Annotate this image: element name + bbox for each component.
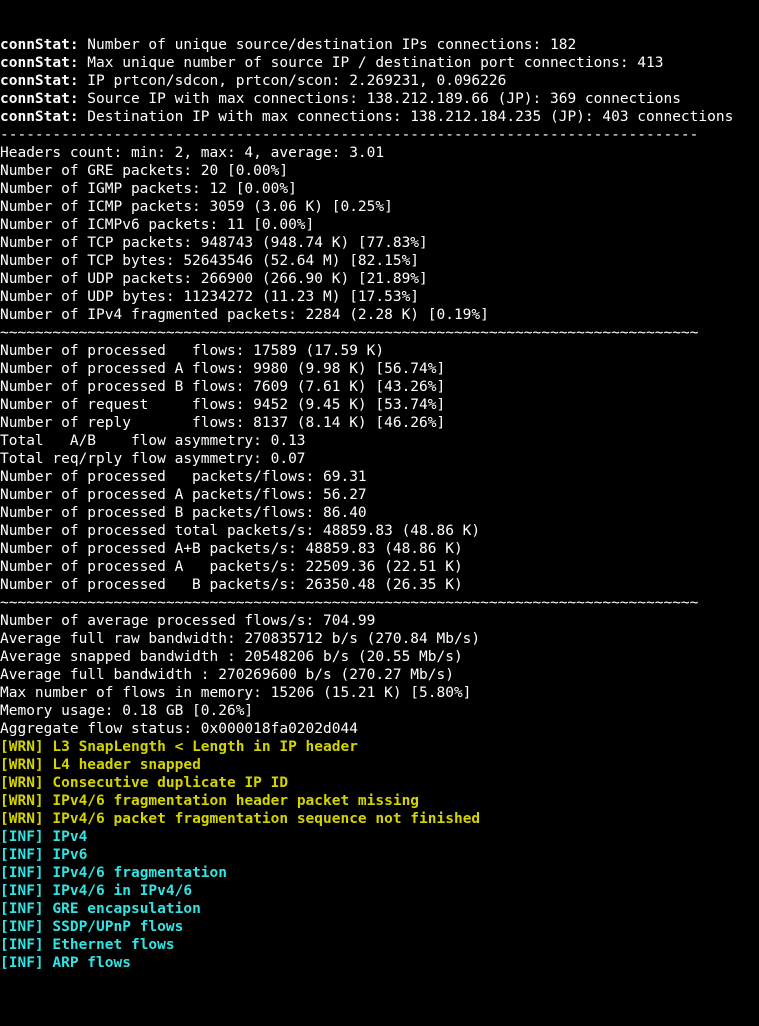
- stat-line: Average full bandwidth : 270269600 b/s (…: [0, 667, 454, 683]
- wrn-tag: [WRN]: [0, 739, 44, 755]
- stat-line: Number of TCP bytes: 52643546 (52.64 M) …: [0, 253, 419, 269]
- stat-line: Number of processed A flows: 9980 (9.98 …: [0, 361, 445, 377]
- inf-msg: IPv4: [52, 829, 87, 845]
- inf-msg: IPv6: [52, 847, 87, 863]
- stat-line: Number of IGMP packets: 12 [0.00%]: [0, 181, 297, 197]
- stat-line: Max number of flows in memory: 15206 (15…: [0, 685, 471, 701]
- wrn-msg: L4 header snapped: [52, 757, 200, 773]
- stat-line: Number of processed B packets/s: 26350.4…: [0, 577, 463, 593]
- connstat-msg: Max unique number of source IP / destina…: [79, 55, 664, 71]
- divider: ----------------------------------------…: [0, 127, 698, 143]
- inf-tag: [INF]: [0, 883, 44, 899]
- stat-line: Number of GRE packets: 20 [0.00%]: [0, 163, 288, 179]
- inf-tag: [INF]: [0, 829, 44, 845]
- connstat-msg: Source IP with max connections: 138.212.…: [79, 91, 681, 107]
- stat-line: Number of processed B packets/flows: 86.…: [0, 505, 367, 521]
- wrn-tag: [WRN]: [0, 757, 44, 773]
- connstat-label: connStat:: [0, 91, 79, 107]
- stat-line: Number of ICMP packets: 3059 (3.06 K) [0…: [0, 199, 393, 215]
- stat-line: Total A/B flow asymmetry: 0.13: [0, 433, 306, 449]
- stat-line: Number of processed flows: 17589 (17.59 …: [0, 343, 384, 359]
- stat-line: Memory usage: 0.18 GB [0.26%]: [0, 703, 253, 719]
- inf-msg: ARP flows: [52, 955, 131, 971]
- stat-line: Average snapped bandwidth : 20548206 b/s…: [0, 649, 463, 665]
- inf-msg: SSDP/UPnP flows: [52, 919, 183, 935]
- wrn-msg: Consecutive duplicate IP ID: [52, 775, 288, 791]
- inf-msg: Ethernet flows: [52, 937, 174, 953]
- connstat-label: connStat:: [0, 37, 79, 53]
- connstat-label: connStat:: [0, 109, 79, 125]
- stat-line: Number of TCP packets: 948743 (948.74 K)…: [0, 235, 428, 251]
- inf-tag: [INF]: [0, 937, 44, 953]
- inf-msg: GRE encapsulation: [52, 901, 200, 917]
- inf-tag: [INF]: [0, 865, 44, 881]
- divider: ~~~~~~~~~~~~~~~~~~~~~~~~~~~~~~~~~~~~~~~~…: [0, 595, 698, 611]
- divider: ~~~~~~~~~~~~~~~~~~~~~~~~~~~~~~~~~~~~~~~~…: [0, 325, 698, 341]
- stat-line: Headers count: min: 2, max: 4, average: …: [0, 145, 384, 161]
- stat-line: Number of processed packets/flows: 69.31: [0, 469, 367, 485]
- connstat-msg: Number of unique source/destination IPs …: [79, 37, 577, 53]
- stat-line: Number of average processed flows/s: 704…: [0, 613, 375, 629]
- stat-line: Number of processed total packets/s: 488…: [0, 523, 480, 539]
- stat-line: Number of UDP bytes: 11234272 (11.23 M) …: [0, 289, 419, 305]
- wrn-msg: L3 SnapLength < Length in IP header: [52, 739, 358, 755]
- wrn-tag: [WRN]: [0, 811, 44, 827]
- wrn-msg: IPv4/6 packet fragmentation sequence not…: [52, 811, 480, 827]
- wrn-tag: [WRN]: [0, 775, 44, 791]
- stat-line: Number of processed A packets/s: 22509.3…: [0, 559, 463, 575]
- stat-line: Number of request flows: 9452 (9.45 K) […: [0, 397, 445, 413]
- wrn-msg: IPv4/6 fragmentation header packet missi…: [52, 793, 419, 809]
- stat-line: Number of UDP packets: 266900 (266.90 K)…: [0, 271, 428, 287]
- stat-line: Number of reply flows: 8137 (8.14 K) [46…: [0, 415, 445, 431]
- stat-line: Average full raw bandwidth: 270835712 b/…: [0, 631, 480, 647]
- inf-tag: [INF]: [0, 847, 44, 863]
- inf-msg: IPv4/6 fragmentation: [52, 865, 227, 881]
- inf-tag: [INF]: [0, 919, 44, 935]
- inf-tag: [INF]: [0, 901, 44, 917]
- stat-line: Total req/rply flow asymmetry: 0.07: [0, 451, 306, 467]
- stat-line: Number of processed B flows: 7609 (7.61 …: [0, 379, 445, 395]
- connstat-label: connStat:: [0, 73, 79, 89]
- inf-msg: IPv4/6 in IPv4/6: [52, 883, 192, 899]
- stat-line: Number of processed A+B packets/s: 48859…: [0, 541, 463, 557]
- stat-line: Aggregate flow status: 0x000018fa0202d04…: [0, 721, 358, 737]
- connstat-label: connStat:: [0, 55, 79, 71]
- inf-tag: [INF]: [0, 955, 44, 971]
- stat-line: Number of processed A packets/flows: 56.…: [0, 487, 367, 503]
- terminal-output: connStat: Number of unique source/destin…: [0, 36, 759, 972]
- connstat-msg: IP prtcon/sdcon, prtcon/scon: 2.269231, …: [79, 73, 507, 89]
- wrn-tag: [WRN]: [0, 793, 44, 809]
- stat-line: Number of IPv4 fragmented packets: 2284 …: [0, 307, 489, 323]
- stat-line: Number of ICMPv6 packets: 11 [0.00%]: [0, 217, 314, 233]
- connstat-msg: Destination IP with max connections: 138…: [79, 109, 734, 125]
